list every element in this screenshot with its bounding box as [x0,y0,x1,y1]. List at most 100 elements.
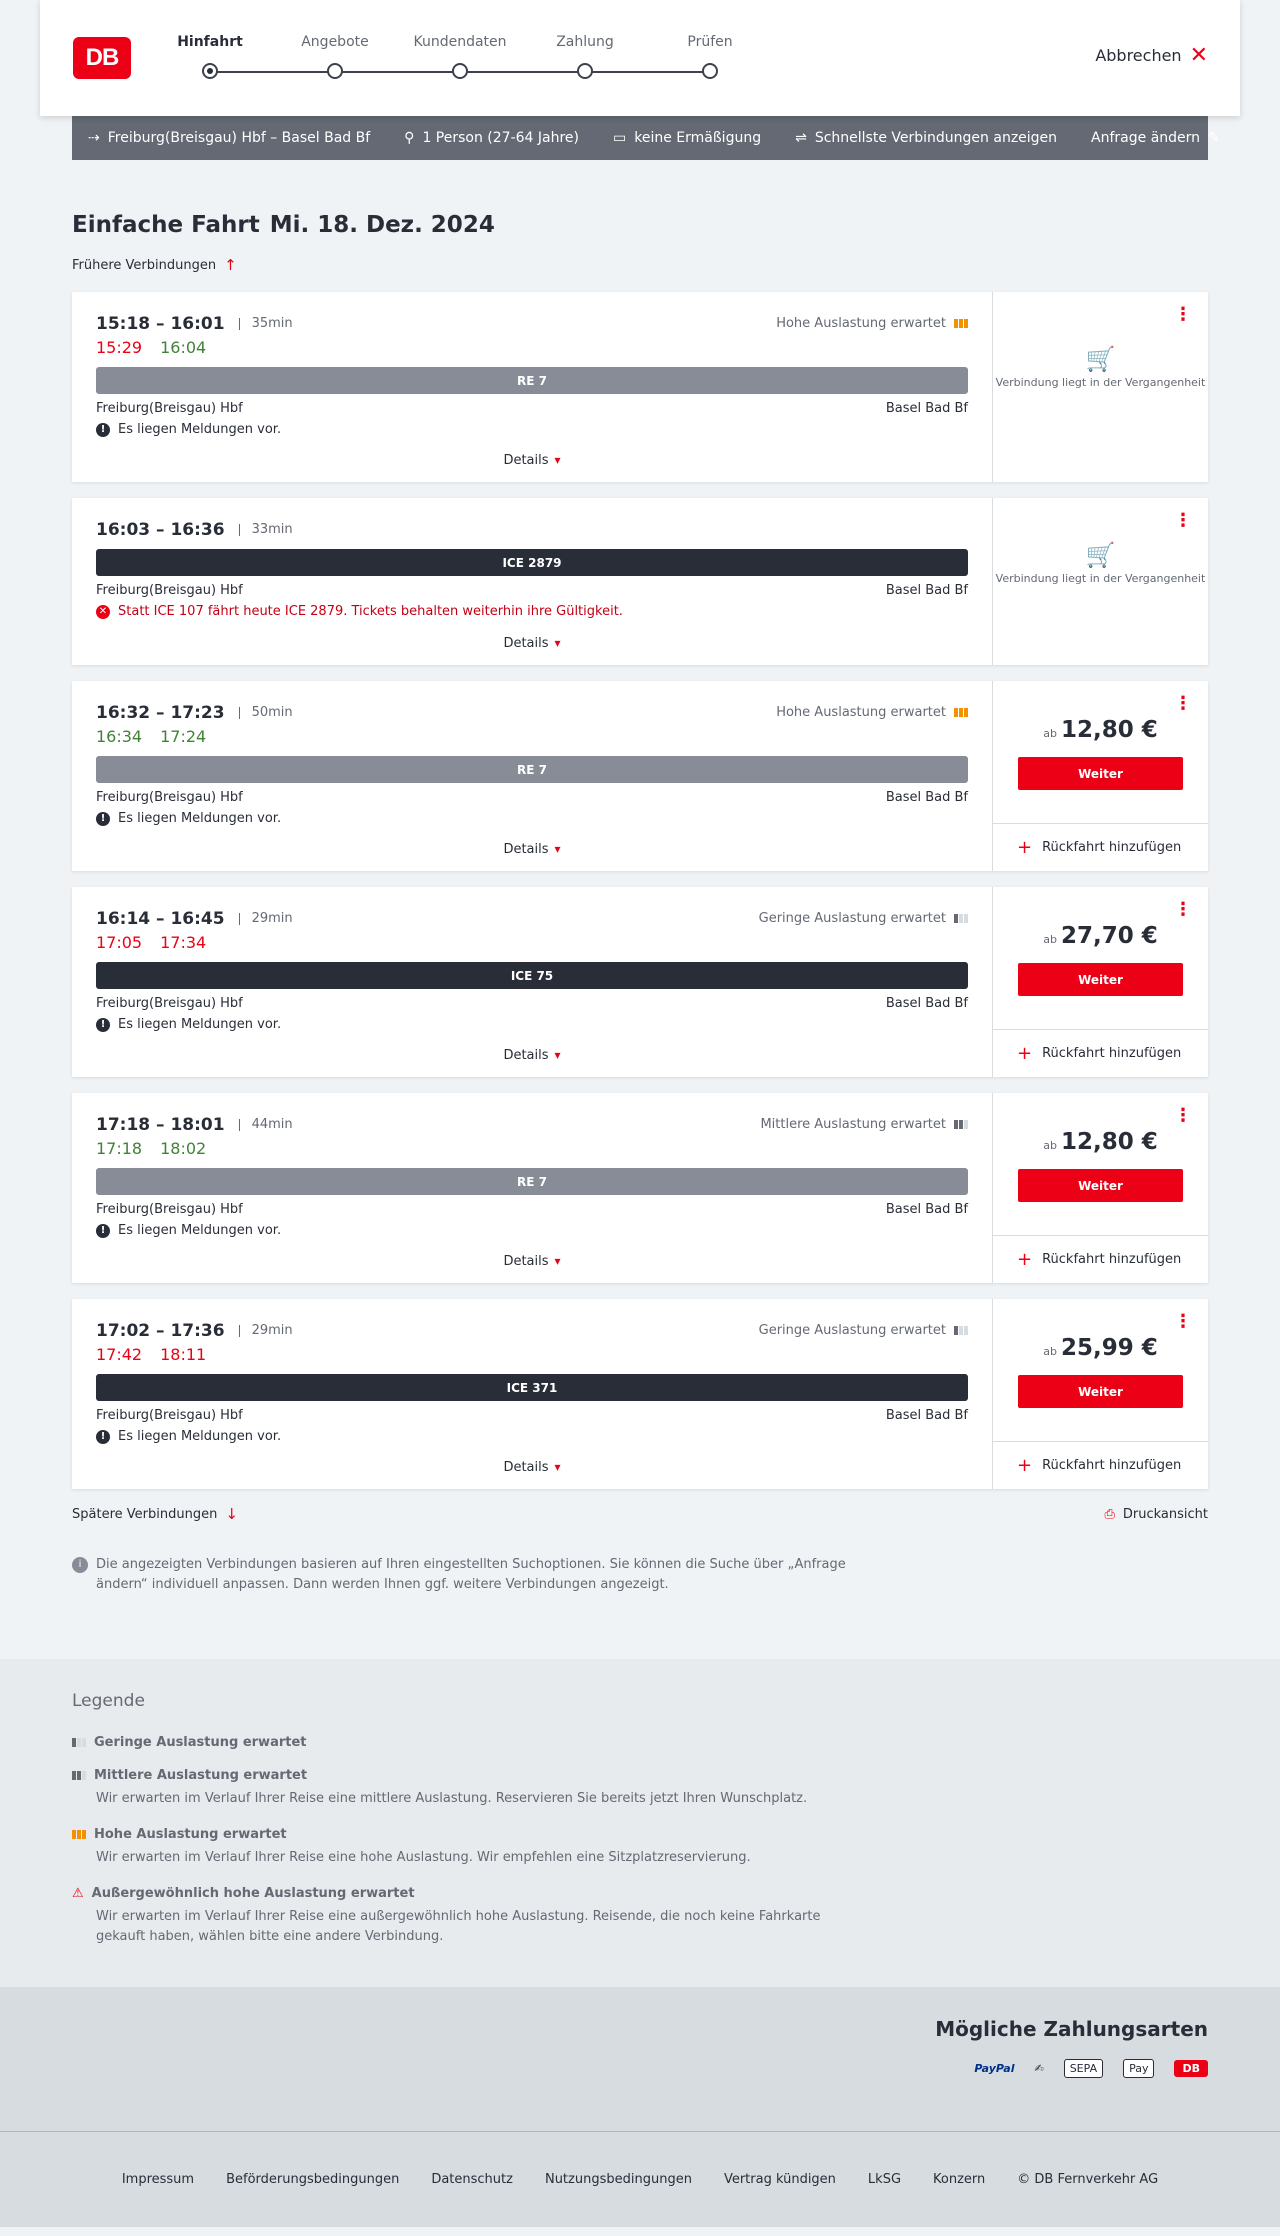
footer-link-impressum[interactable]: Impressum [122,2172,194,2187]
occupancy-medium-icon [72,1771,86,1780]
details-toggle[interactable]: Details ▾ [72,1460,992,1475]
realtime-times: 17:18 18:02 [96,1139,207,1158]
occupancy-low-icon [72,1738,86,1747]
error-icon: ✕ [96,604,110,619]
chevron-down-icon: ▾ [554,1254,561,1268]
realtime-times: 17:05 17:34 [96,933,207,952]
stations: Freiburg(Breisgau) Hbf Basel Bad Bf [96,401,968,416]
more-options-icon[interactable]: ⋮ [1174,695,1192,713]
add-return-button[interactable]: + Rückfahrt hinzufügen [993,1235,1208,1283]
more-options-icon[interactable]: ⋮ [1174,1313,1192,1331]
more-options-icon[interactable]: ⋮ [1174,512,1192,530]
details-toggle[interactable]: Details ▾ [72,636,992,651]
header: DB Hinfahrt Angebote Kundendaten Zahlung… [40,0,1240,116]
continue-button[interactable]: Weiter [1018,1375,1183,1408]
connection-card: 17:18 – 18:01 44min Mittlere Auslastung e… [72,1093,1208,1283]
price-box: ab 25,99 € Weiter [993,1335,1208,1408]
change-query-button[interactable]: Anfrage ändern ✎ [1091,130,1220,146]
query-bar: ⇢ Freiburg(Breisgau) Hbf – Basel Bad Bf ⚲… [72,116,1220,160]
connection-card: 16:14 – 16:45 29min Geringe Auslastung er… [72,887,1208,1077]
details-toggle[interactable]: Details ▾ [72,1048,992,1063]
occupancy-low-icon [954,914,968,923]
route-info: ⇢ Freiburg(Breisgau) Hbf – Basel Bad Bf [88,130,371,146]
alert-icon: ! [96,1429,110,1444]
details-toggle[interactable]: Details ▾ [72,453,992,468]
stations: Freiburg(Breisgau) Hbf Basel Bad Bf [96,996,968,1011]
cancel-button[interactable]: Abbrechen ✕ [1095,44,1208,66]
step-kundendaten: Kundendaten [400,34,520,79]
legend: Legende Geringe Auslastung erwartet Mitt… [0,1659,1280,1987]
step-dot [452,63,468,79]
footer-copyright: © DB Fernverkehr AG [1017,2172,1159,2187]
chevron-down-icon: ▾ [554,1460,561,1474]
payment-icons: PayPal ✍ SEPA Pay DB [72,2059,1208,2078]
footer-link-nutzung[interactable]: Nutzungsbedingungen [545,2172,692,2187]
step-dot [202,63,218,79]
plus-icon: + [1017,1249,1033,1270]
step-pruefen: Prüfen [650,34,770,79]
occupancy-high-icon [954,319,968,328]
occupancy-indicator: Geringe Auslastung erwartet [759,1323,968,1338]
step-zahlung: Zahlung [525,34,645,79]
plus-icon: + [1017,1455,1033,1476]
continue-button[interactable]: Weiter [1018,757,1183,790]
add-return-button[interactable]: + Rückfahrt hinzufügen [993,1029,1208,1077]
sepa-icon: SEPA [1063,2059,1104,2078]
train-bar: ICE 75 [96,962,968,989]
db-voucher-icon: DB [1174,2060,1208,2077]
more-options-icon[interactable]: ⋮ [1174,1107,1192,1125]
contactless-icon: ✍ [1034,2062,1044,2075]
more-options-icon[interactable]: ⋮ [1174,901,1192,919]
realtime-times: 15:29 16:04 [96,338,207,357]
stations: Freiburg(Breisgau) Hbf Basel Bad Bf [96,790,968,805]
cart-unavailable-icon: 🛒 [1085,345,1116,373]
page-title: Einfache Fahrt Mi. 18. Dez. 2024 [72,212,495,238]
plus-icon: + [1017,837,1033,858]
legend-item: Mittlere Auslastung erwartet Wir erwarte… [72,1768,1208,1809]
occupancy-medium-icon [954,1120,968,1129]
footer-link-datenschutz[interactable]: Datenschutz [431,2172,513,2187]
payment-title: Mögliche Zahlungsarten [935,2017,1208,2041]
message: ! Es liegen Meldungen vor. [96,422,968,437]
alert-icon: ! [96,811,110,826]
message: ! Es liegen Meldungen vor. [96,811,968,826]
footer-link-kuendigen[interactable]: Vertrag kündigen [724,2172,836,2187]
details-toggle[interactable]: Details ▾ [72,842,992,857]
occupancy-high-icon [954,708,968,717]
db-logo[interactable]: DB [73,37,131,79]
price: ab 12,80 € [1043,1129,1158,1155]
add-return-button[interactable]: + Rückfahrt hinzufügen [993,823,1208,871]
connection-card: 16:32 – 17:23 50min Hohe Auslastung erwar… [72,681,1208,871]
step-hinfahrt[interactable]: Hinfahrt [150,34,270,79]
earlier-connections-link[interactable]: Frühere Verbindungen ↑ [72,256,1208,274]
footer-link-lksg[interactable]: LkSG [868,2172,901,2187]
continue-button[interactable]: Weiter [1018,1169,1183,1202]
details-toggle[interactable]: Details ▾ [72,1254,992,1269]
train-bar: RE 7 [96,756,968,783]
info-icon: i [72,1557,88,1573]
occupancy-indicator: Geringe Auslastung erwartet [759,911,968,926]
more-options-icon[interactable]: ⋮ [1174,306,1192,324]
print-view-link[interactable]: ⎙ Druckansicht [1104,1507,1208,1522]
arrow-down-icon: ↓ [225,1505,238,1523]
card-icon: ▭ [613,130,627,146]
apple-pay-icon: Pay [1123,2059,1155,2078]
alert-icon: ! [96,1017,110,1032]
later-connections-link[interactable]: Spätere Verbindungen ↓ [72,1505,238,1523]
printer-icon: ⎙ [1104,1506,1115,1522]
train-bar: ICE 2879 [96,549,968,576]
footer-link-befoerderung[interactable]: Beförderungsbedingungen [226,2172,399,2187]
plus-icon: + [1017,1043,1033,1064]
continue-button[interactable]: Weiter [1018,963,1183,996]
message: ! Es liegen Meldungen vor. [96,1017,968,1032]
chevron-down-icon: ▾ [554,842,561,856]
add-return-button[interactable]: + Rückfahrt hinzufügen [993,1441,1208,1489]
filter-icon: ⇌ [795,130,807,146]
passenger-info: ⚲ 1 Person (27-64 Jahre) [404,130,579,146]
connection-card: 17:02 – 17:36 29min Geringe Auslastung er… [72,1299,1208,1489]
step-dot [577,63,593,79]
price-box: ab 27,70 € Weiter [993,923,1208,996]
footer: Impressum Beförderungsbedingungen Datens… [0,2131,1280,2227]
footer-link-konzern[interactable]: Konzern [933,2172,985,2187]
info-note: i Die angezeigten Verbindungen basieren a… [72,1555,862,1595]
